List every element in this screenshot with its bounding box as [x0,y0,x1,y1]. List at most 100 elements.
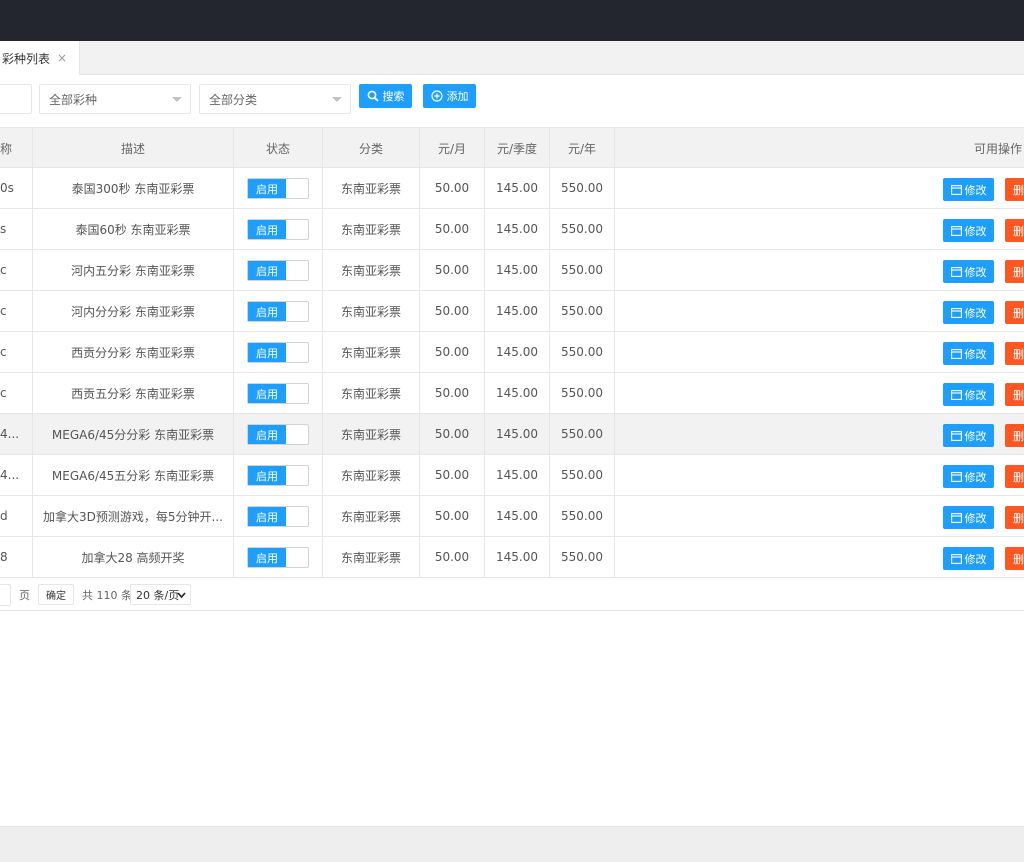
status-toggle[interactable]: 启用 [247,506,309,527]
cell-status: 启用 [234,291,323,331]
cell-status: 启用 [234,537,323,577]
close-icon[interactable]: × [57,51,67,65]
category-select-value: 全部分类 [209,92,258,107]
cell-category: 东南亚彩票 [323,291,420,331]
cell-month: 50.00 [420,168,485,208]
edit-button-label: 修改 [964,552,987,566]
edit-button[interactable]: 修改 [943,301,994,324]
table-row: 8 加拿大28 高频开奖 启用 东南亚彩票 50.00 145.00 550.0… [0,537,1024,578]
cell-ops: 修改 删除 [615,209,1024,249]
keyword-input[interactable] [0,84,32,114]
add-circle-icon [430,90,443,102]
edit-button-label: 修改 [964,183,987,197]
status-toggle[interactable]: 启用 [247,342,309,363]
cell-desc: 西贡分分彩 东南亚彩票 [33,332,234,372]
edit-button-label: 修改 [964,470,987,484]
status-toggle[interactable]: 启用 [247,301,309,322]
cell-name: c [0,332,33,372]
edit-icon [950,184,962,195]
page-size-select[interactable]: 20 条/页 [130,584,191,605]
status-toggle[interactable]: 启用 [247,465,309,486]
edit-button-label: 修改 [964,306,987,320]
cell-quarter: 145.00 [485,250,550,290]
status-toggle[interactable]: 启用 [247,547,309,568]
cell-name: 4... [0,414,33,454]
cell-month: 50.00 [420,291,485,331]
cell-month: 50.00 [420,414,485,454]
status-toggle-label: 启用 [248,302,286,321]
delete-button[interactable]: 删除 [1005,424,1024,447]
delete-button[interactable]: 删除 [1005,506,1024,529]
cell-month: 50.00 [420,496,485,536]
table-row: c 西贡五分彩 东南亚彩票 启用 东南亚彩票 50.00 145.00 550.… [0,373,1024,414]
table-row: d 加拿大3D预测游戏，每5分钟开... 启用 东南亚彩票 50.00 145.… [0,496,1024,537]
edit-button[interactable]: 修改 [943,219,994,242]
status-toggle[interactable]: 启用 [247,383,309,404]
delete-button[interactable]: 删除 [1005,219,1024,242]
status-toggle[interactable]: 启用 [247,219,309,240]
table-row: 0s 泰国300秒 东南亚彩票 启用 东南亚彩票 50.00 145.00 55… [0,168,1024,209]
search-icon [367,90,379,102]
cell-name: 4... [0,455,33,495]
delete-button[interactable]: 删除 [1005,260,1024,283]
edit-button[interactable]: 修改 [943,424,994,447]
tab-lottery-list[interactable]: 彩种列表 × [0,41,80,75]
delete-button-label: 删除 [1013,511,1024,525]
cell-desc: MEGA6/45五分彩 东南亚彩票 [33,455,234,495]
col-header-ops: 可用操作 [973,141,1022,156]
edit-button[interactable]: 修改 [943,547,994,570]
cell-month: 50.00 [420,537,485,577]
table-header: 称 描述 状态 分类 元/月 元/季度 元/年 可用操作 [0,127,1024,168]
page-footer [0,826,1024,862]
cell-quarter: 145.00 [485,414,550,454]
cell-month: 50.00 [420,332,485,372]
cell-status: 启用 [234,250,323,290]
delete-button-label: 删除 [1013,224,1024,238]
page-confirm-button[interactable]: 确定 [38,584,74,605]
col-header-category: 分类 [323,128,420,168]
edit-button[interactable]: 修改 [943,465,994,488]
status-toggle[interactable]: 启用 [247,260,309,281]
delete-button[interactable]: 删除 [1005,383,1024,406]
edit-icon [950,471,962,482]
delete-button[interactable]: 删除 [1005,342,1024,365]
cell-year: 550.00 [550,414,615,454]
edit-icon [950,307,962,318]
cell-desc: 河内五分彩 东南亚彩票 [33,250,234,290]
page-number-input[interactable] [0,584,11,606]
edit-button[interactable]: 修改 [943,506,994,529]
lottery-select[interactable]: 全部彩种 [39,84,191,114]
status-toggle[interactable]: 启用 [247,178,309,199]
edit-button[interactable]: 修改 [943,260,994,283]
delete-button[interactable]: 删除 [1005,465,1024,488]
cell-month: 50.00 [420,250,485,290]
cell-ops: 修改 删除 [615,168,1024,208]
edit-button-label: 修改 [964,511,987,525]
cell-year: 550.00 [550,496,615,536]
status-toggle-label: 启用 [248,548,286,567]
table-row: c 西贡分分彩 东南亚彩票 启用 东南亚彩票 50.00 145.00 550.… [0,332,1024,373]
cell-ops: 修改 删除 [615,332,1024,372]
cell-desc: 加拿大3D预测游戏，每5分钟开... [33,496,234,536]
cell-name: 0s [0,168,33,208]
cell-category: 东南亚彩票 [323,455,420,495]
lottery-select-value: 全部彩种 [49,92,98,107]
edit-button[interactable]: 修改 [943,178,994,201]
delete-button[interactable]: 删除 [1005,178,1024,201]
status-toggle-label: 启用 [248,261,286,280]
delete-button[interactable]: 删除 [1005,547,1024,570]
edit-button[interactable]: 修改 [943,342,994,365]
col-header-month: 元/月 [420,128,485,168]
search-button[interactable]: 搜索 [359,84,412,108]
delete-button[interactable]: 删除 [1005,301,1024,324]
category-select[interactable]: 全部分类 [199,84,351,114]
status-toggle-label: 启用 [248,507,286,526]
page-size-value: 20 条/页 [136,588,180,602]
cell-year: 550.00 [550,537,615,577]
status-toggle[interactable]: 启用 [247,424,309,445]
top-header-bar [0,0,1024,41]
edit-button[interactable]: 修改 [943,383,994,406]
cell-ops: 修改 删除 [615,455,1024,495]
add-button[interactable]: 添加 [423,84,476,108]
cell-category: 东南亚彩票 [323,373,420,413]
